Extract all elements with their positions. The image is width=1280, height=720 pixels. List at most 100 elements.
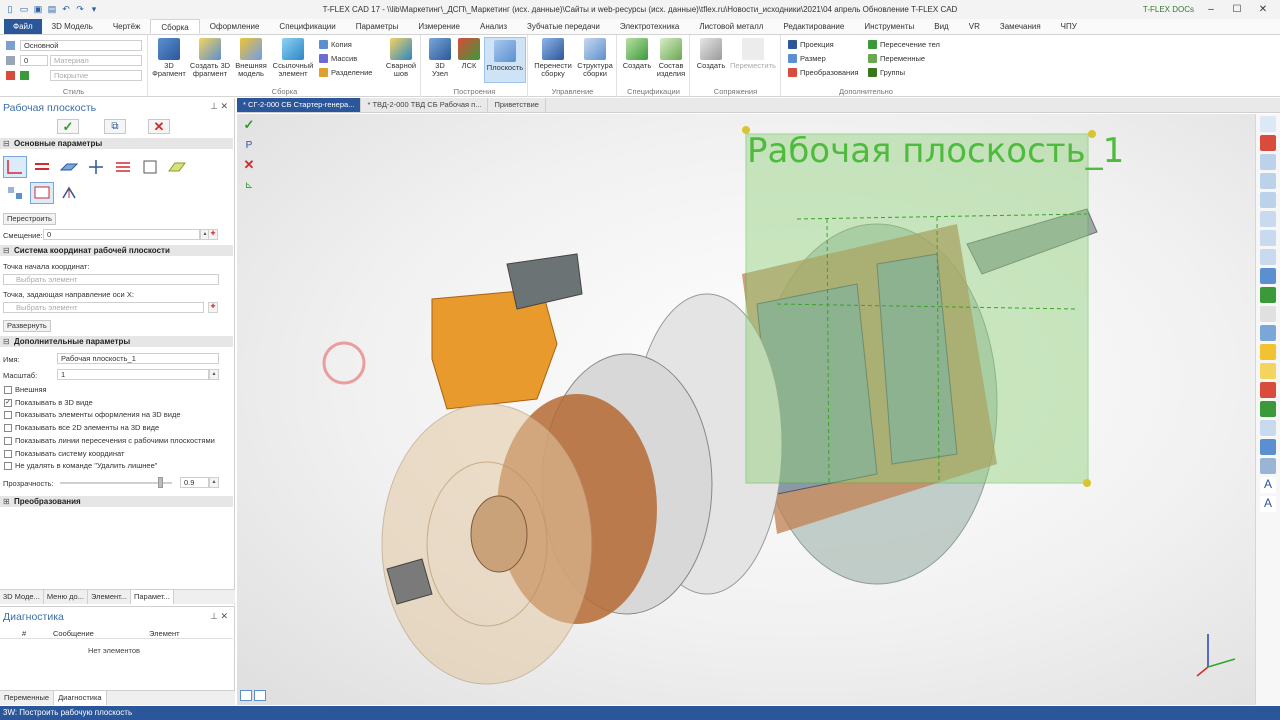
panel-tab-elements[interactable]: Элемент... xyxy=(88,590,131,604)
undo-icon[interactable]: ↶ xyxy=(60,4,72,16)
plane-tangent-tool[interactable] xyxy=(165,156,189,178)
ok-button[interactable]: ✓ xyxy=(57,119,79,134)
close-button[interactable]: ✕ xyxy=(1254,4,1272,15)
light-icon[interactable] xyxy=(1260,363,1276,379)
tab-vr[interactable]: VR xyxy=(959,19,990,34)
array-button[interactable]: Массив xyxy=(319,54,357,63)
snap-icon[interactable] xyxy=(1260,382,1276,398)
plane-offset-tool[interactable] xyxy=(30,156,54,178)
expand-button[interactable]: Развернуть xyxy=(3,320,51,332)
section-extra-params[interactable]: Дополнительные параметры xyxy=(0,336,233,347)
checkbox[interactable] xyxy=(4,423,12,432)
panel-tab-3d-model[interactable]: 3D Моде... xyxy=(0,590,44,604)
rebuild-button[interactable]: Перестроить xyxy=(3,213,56,225)
external-model-button[interactable]: Внешняя модель xyxy=(232,38,270,78)
variables-button[interactable]: Переменные xyxy=(868,54,925,63)
section-transforms[interactable]: Преобразования xyxy=(0,496,233,507)
tab-parameters[interactable]: Параметры xyxy=(346,19,409,34)
axis-icon[interactable]: ⊾ xyxy=(240,176,258,194)
new-file-icon[interactable]: ▯ xyxy=(4,4,16,16)
layout-single-icon[interactable] xyxy=(240,690,252,701)
check-no-delete[interactable]: Не удалять в команде "Удалить лишнее" xyxy=(4,461,157,470)
checkbox[interactable] xyxy=(4,410,12,419)
copy-button[interactable]: Копия xyxy=(319,40,352,49)
section-coordinate-system[interactable]: Система координат рабочей плоскости xyxy=(0,245,233,256)
customize-icon[interactable]: ▾ xyxy=(88,4,100,16)
material-combo[interactable]: Материал xyxy=(50,55,142,66)
tab-remarks[interactable]: Замечания xyxy=(990,19,1051,34)
grid-icon[interactable] xyxy=(1260,420,1276,436)
size-button[interactable]: Размер xyxy=(788,54,826,63)
tab-tools[interactable]: Инструменты xyxy=(854,19,924,34)
check-external[interactable]: Внешняя xyxy=(4,385,47,394)
tab-sheet-metal[interactable]: Листовой металл xyxy=(689,19,773,34)
filter-2-icon[interactable] xyxy=(1260,230,1276,246)
check-show-2d[interactable]: Показывать все 2D элементы на 3D виде xyxy=(4,423,159,432)
check-show-decor[interactable]: Показывать элементы оформления на 3D вид… xyxy=(4,410,181,419)
preview-button[interactable]: ⧉ xyxy=(104,119,126,134)
section-icon[interactable] xyxy=(1260,325,1276,341)
groups-button[interactable]: Группы xyxy=(868,68,905,77)
level-combo[interactable]: 0 xyxy=(20,55,48,66)
plane-screen-tool[interactable] xyxy=(30,182,54,204)
maximize-button[interactable]: ☐ xyxy=(1228,4,1246,15)
doc-tab-tvd[interactable]: * ТВД-2-000 ТВД СБ Рабочая п... xyxy=(361,98,489,112)
cancel-button[interactable]: ✕ xyxy=(148,119,170,134)
filter-icon[interactable] xyxy=(1260,211,1276,227)
layout-split-icon[interactable] xyxy=(254,690,266,701)
check-show-intersections[interactable]: Показывать линии пересечения с рабочими … xyxy=(4,436,215,445)
layer-combo[interactable]: Основной xyxy=(20,40,142,51)
checkbox[interactable] xyxy=(4,461,12,470)
measure-icon[interactable] xyxy=(1260,439,1276,455)
zoom-icon[interactable] xyxy=(1260,154,1276,170)
plane-angle-tool[interactable] xyxy=(111,156,135,178)
zoom-in-icon[interactable] xyxy=(1260,173,1276,189)
diagnostics-close-icon[interactable]: ⊥ ✕ xyxy=(210,611,228,622)
redo-icon[interactable]: ↷ xyxy=(74,4,86,16)
mate-create-button[interactable]: Создать xyxy=(695,38,727,70)
tab-3d-model[interactable]: 3D Модель xyxy=(42,19,103,34)
plane-corner-handle[interactable] xyxy=(1083,479,1091,487)
doc-tab-starter[interactable]: * СГ-2-000 СБ Стартер-генера... xyxy=(237,98,362,112)
offset-input[interactable]: 0 xyxy=(43,229,200,240)
plane-edge-tool[interactable] xyxy=(57,182,81,204)
plane-parallel-tool[interactable] xyxy=(57,156,81,178)
plane-perpendicular-tool[interactable] xyxy=(84,156,108,178)
checkbox[interactable] xyxy=(4,436,12,445)
save-icon[interactable]: ▣ xyxy=(32,4,44,16)
tab-gears[interactable]: Зубчатые передачи xyxy=(517,19,610,34)
tab-file[interactable]: Файл xyxy=(4,19,42,34)
plane-view-tool[interactable] xyxy=(138,156,162,178)
transparency-spinner[interactable]: ▴ xyxy=(209,477,219,488)
check-show-3d[interactable]: ✓ Показывать в 3D виде xyxy=(4,398,93,407)
tab-measure[interactable]: Измерение xyxy=(408,19,470,34)
confirm-icon[interactable]: ✓ xyxy=(240,116,258,134)
checkbox[interactable] xyxy=(4,449,12,458)
transparency-slider-thumb[interactable] xyxy=(157,477,163,488)
projection-button[interactable]: Проекция xyxy=(788,40,834,49)
render-icon[interactable] xyxy=(1260,344,1276,360)
open-file-icon[interactable]: ▭ xyxy=(18,4,30,16)
tab-drawing[interactable]: Чертёж xyxy=(103,19,151,34)
magnet-icon[interactable] xyxy=(1260,135,1276,151)
tab-design[interactable]: Оформление xyxy=(200,19,270,34)
tab-analysis[interactable]: Анализ xyxy=(470,19,517,34)
origin-select-input[interactable]: Выбрать элемент xyxy=(3,274,219,285)
mate-move-button[interactable]: Переместить xyxy=(729,38,777,70)
plane-by-axis-tool[interactable] xyxy=(3,156,27,178)
transparency-input[interactable]: 0.9 xyxy=(180,477,209,488)
node-3d-button[interactable]: 3D Узел xyxy=(426,38,454,78)
offset-var-icon[interactable]: ✚ xyxy=(208,229,218,240)
settings-icon[interactable] xyxy=(1260,458,1276,474)
tab-editing[interactable]: Редактирование xyxy=(773,19,854,34)
cancel-icon[interactable]: ✕ xyxy=(240,156,258,174)
params-icon[interactable]: P xyxy=(240,136,258,154)
section-main-params[interactable]: Основные параметры xyxy=(0,138,233,149)
lcs-button[interactable]: ЛСК xyxy=(456,38,482,70)
weld-button[interactable]: Сварной шов xyxy=(383,38,419,78)
composition-button[interactable]: Состав изделия xyxy=(654,38,688,78)
rotate-icon[interactable] xyxy=(1260,268,1276,284)
panel-tab-menu[interactable]: Меню до... xyxy=(44,590,88,604)
print-icon[interactable]: ▤ xyxy=(46,4,58,16)
text-icon[interactable]: A xyxy=(1260,477,1276,493)
